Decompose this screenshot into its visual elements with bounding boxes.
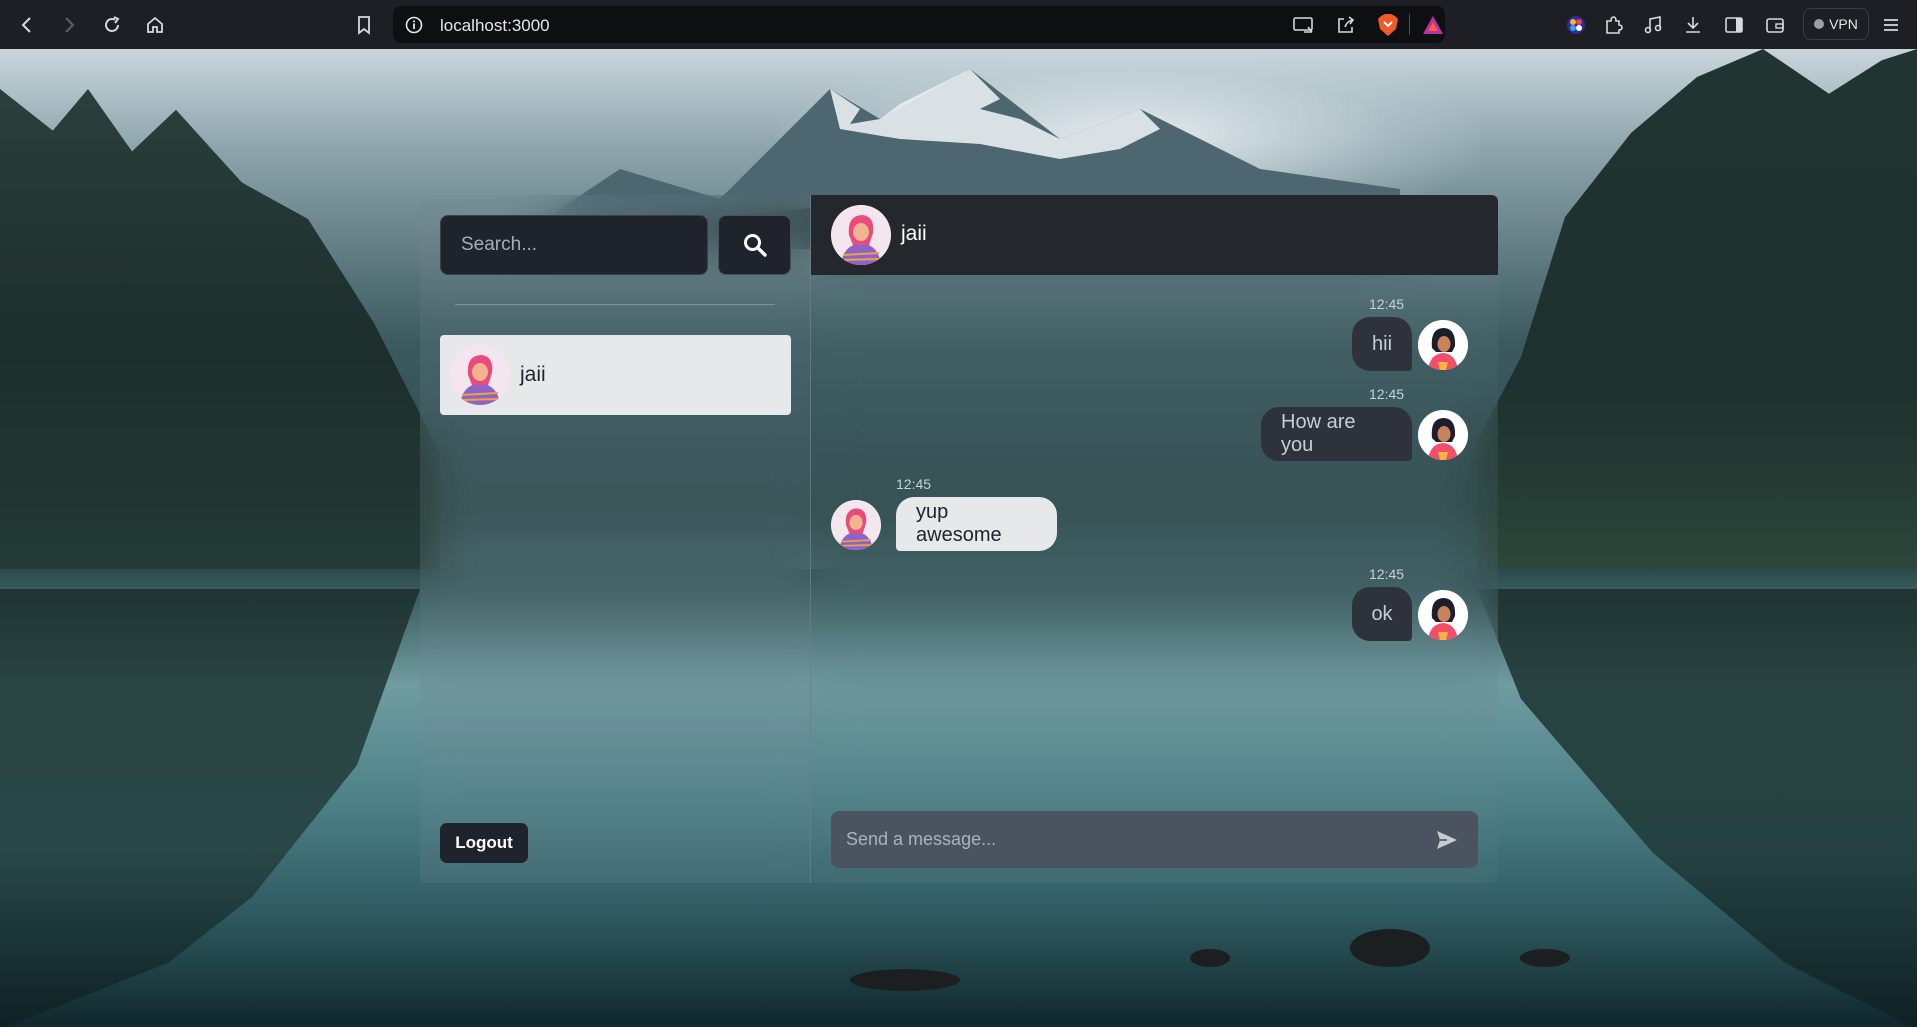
bookmark-icon[interactable] [351,12,377,38]
avatar-dark-hair-icon [1418,320,1468,370]
info-icon[interactable] [405,16,423,39]
forest-left [0,89,440,609]
message-time: 12:45 [1369,296,1405,312]
avatar-dark-hair-icon [1418,410,1468,460]
share-icon[interactable] [1333,12,1359,38]
message-input[interactable] [831,811,1411,868]
vpn-label: VPN [1829,16,1858,32]
message-bubble-outgoing: How are you [1261,407,1412,461]
message-bubble-outgoing: hii [1352,317,1412,371]
sidebar-icon[interactable] [1721,12,1747,38]
avatar-pink-hair-icon [831,500,881,550]
extensions-icon[interactable] [1600,12,1626,38]
chat-app: jaii Logout jaii 12:45 hii [420,195,1498,883]
avatar-dark-hair-icon [1418,590,1468,640]
home-icon[interactable] [142,12,168,38]
vpn-button[interactable]: VPN [1803,8,1869,40]
media-icon[interactable] [1640,12,1666,38]
downloads-icon[interactable] [1680,12,1706,38]
sidebar: jaii Logout [420,195,811,883]
forward-icon[interactable] [56,12,82,38]
brave-rewards-icon[interactable] [1420,12,1446,38]
rock [1520,949,1570,967]
back-icon[interactable] [14,12,40,38]
message-time: 12:45 [896,476,932,492]
browser-toolbar: localhost:3000 VPN [0,0,1917,49]
menu-icon[interactable] [1878,12,1904,38]
address-divider [1409,14,1410,35]
message-bubble-incoming: yup awesome [896,497,1057,551]
send-button[interactable] [1433,826,1461,854]
message-time: 12:45 [1369,386,1405,402]
vpn-status-icon [1814,19,1825,29]
cast-icon[interactable] [1290,12,1316,38]
wallet-icon[interactable] [1762,12,1788,38]
search-input[interactable] [440,215,708,275]
avatar-pink-hair-icon [450,345,510,405]
sidebar-divider [455,304,775,305]
message-bubble-outgoing: ok [1352,587,1412,641]
address-bar[interactable]: localhost:3000 [393,6,1445,43]
logout-button[interactable]: Logout [440,823,528,863]
chat-panel: jaii 12:45 hii 12:45 How are you 12:45 y… [811,195,1498,883]
rock [1350,929,1430,967]
rock [850,969,960,991]
send-icon [1437,831,1457,849]
rock [1190,949,1230,967]
reload-icon[interactable] [99,12,125,38]
wallet-extension-icon[interactable] [1563,12,1589,38]
chat-recipient-name: jaii [901,222,927,245]
chat-header: jaii [811,195,1498,275]
avatar-pink-hair-icon [831,205,891,265]
forest-right [1477,49,1917,609]
message-composer [831,811,1478,868]
conversation-name: jaii [520,363,546,386]
message-time: 12:45 [1369,566,1405,582]
search-icon [743,234,767,257]
conversation-item[interactable]: jaii [440,335,791,415]
brave-shield-icon[interactable] [1375,12,1401,38]
search-button[interactable] [718,215,791,275]
url-text[interactable]: localhost:3000 [440,16,550,36]
